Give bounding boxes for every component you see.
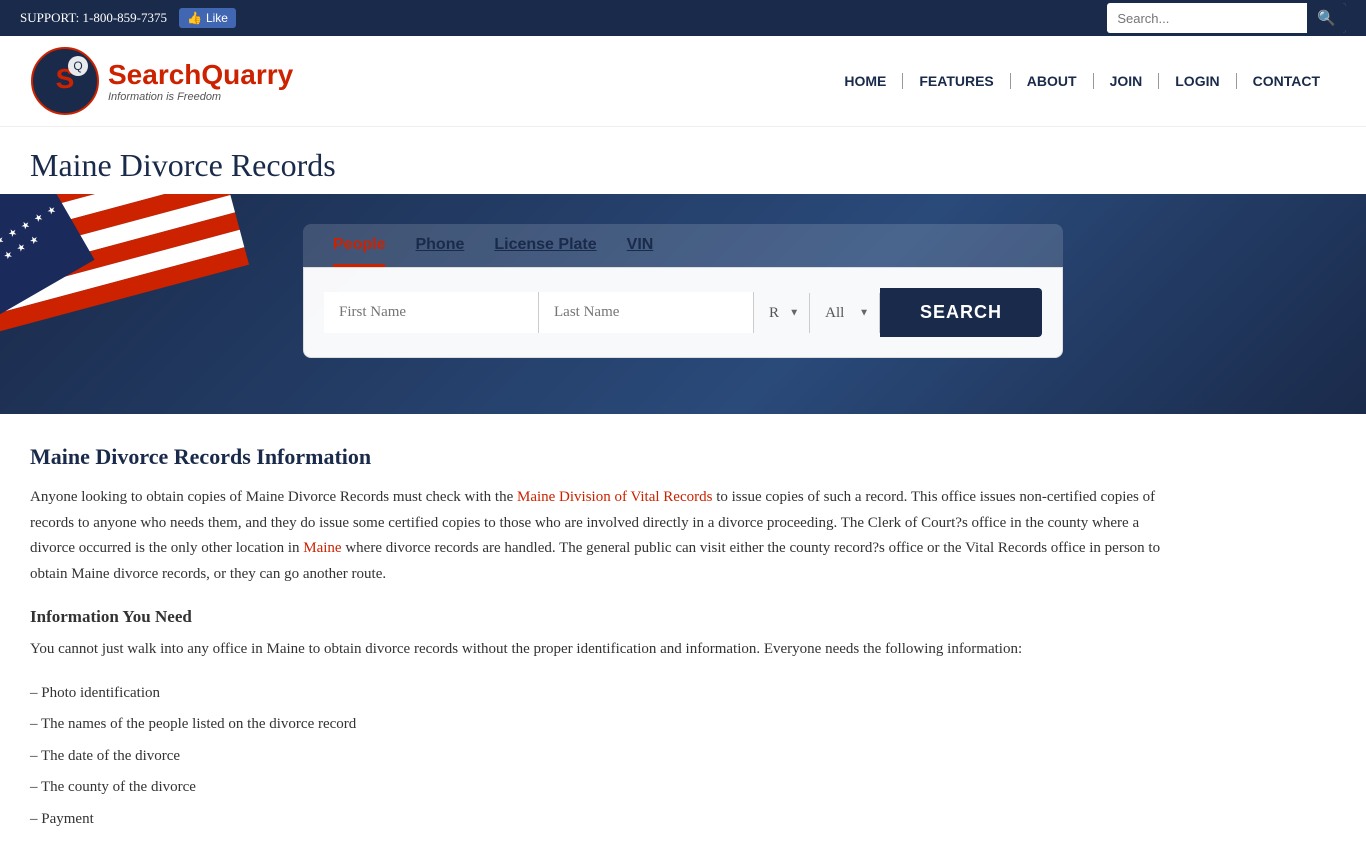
list-item: – The date of the divorce — [30, 741, 1170, 773]
list-item: – The names of the people listed on the … — [30, 709, 1170, 741]
search-tabs: People Phone License Plate VIN — [303, 224, 1063, 267]
star: ★ — [45, 204, 58, 218]
tab-people[interactable]: People — [333, 236, 385, 267]
record-type-select[interactable]: Record TypeCriminal RecordsBackground Ch… — [754, 293, 809, 333]
logo-brand: SearchQuarry — [108, 59, 293, 91]
star: ★ — [15, 241, 28, 255]
page-title-bar: Maine Divorce Records — [0, 127, 1366, 194]
hero-banner: ★ ★ ★ ★ ★ ★ ★ ★ ★ ★ ★ ★ Peop — [0, 194, 1366, 414]
nav-login[interactable]: LOGIN — [1159, 73, 1236, 89]
maine-link[interactable]: Maine — [303, 540, 341, 556]
tab-license-plate[interactable]: License Plate — [494, 236, 596, 267]
logo-tagline: Information is Freedom — [108, 91, 293, 103]
fb-like-button[interactable]: 👍 Like — [179, 8, 236, 28]
svg-text:Q: Q — [73, 59, 82, 73]
list-item: – The county of the divorce — [30, 772, 1170, 804]
search-container: People Phone License Plate VIN Record Ty… — [303, 224, 1063, 358]
info-body: You cannot just walk into any office in … — [30, 637, 1170, 663]
info-heading: Information You Need — [30, 607, 1170, 627]
list-item: – Photo identification — [30, 678, 1170, 710]
top-bar-left: SUPPORT: 1-800-859-7375 👍 Like — [20, 8, 236, 28]
search-icon: 🔍 — [1317, 10, 1336, 27]
star: ★ — [32, 211, 45, 225]
star: ★ — [28, 234, 41, 248]
star: ★ — [2, 249, 15, 263]
star: ★ — [6, 226, 19, 240]
nav-features[interactable]: FEATURES — [903, 73, 1010, 89]
header: S Q SearchQuarry Information is Freedom … — [0, 36, 1366, 127]
vital-records-link[interactable]: Maine Division of Vital Records — [517, 489, 712, 505]
nav-join[interactable]: JOIN — [1094, 73, 1160, 89]
list-item: – Payment — [30, 804, 1170, 836]
flag-decoration: ★ ★ ★ ★ ★ ★ ★ ★ ★ ★ ★ ★ — [0, 194, 320, 414]
fb-thumb-icon: 👍 — [187, 11, 202, 25]
record-type-wrapper: Record TypeCriminal RecordsBackground Ch… — [754, 293, 810, 333]
search-button[interactable]: SEARCH — [880, 288, 1042, 337]
main-nav: HOME FEATURES ABOUT JOIN LOGIN CONTACT — [828, 73, 1336, 89]
state-select[interactable]: All StatesAlabamaAlaskaArizonaArkansasCa… — [810, 293, 879, 333]
top-search-button[interactable]: 🔍 — [1307, 3, 1346, 33]
content-paragraph-1: Anyone looking to obtain copies of Maine… — [30, 485, 1170, 587]
support-label: SUPPORT: 1-800-859-7375 — [20, 10, 167, 26]
requirements-list: – Photo identification– The names of the… — [30, 678, 1170, 836]
nav-about[interactable]: ABOUT — [1011, 73, 1094, 89]
logo-text: SearchQuarry Information is Freedom — [108, 59, 293, 103]
top-search-input[interactable] — [1107, 6, 1307, 31]
nav-home[interactable]: HOME — [828, 73, 903, 89]
star: ★ — [19, 219, 32, 233]
logo-icon: S Q — [30, 46, 100, 116]
page-title: Maine Divorce Records — [30, 147, 1336, 184]
nav-contact[interactable]: CONTACT — [1237, 73, 1336, 89]
tab-vin[interactable]: VIN — [627, 236, 654, 267]
last-name-input[interactable] — [539, 292, 754, 333]
state-select-wrapper: All StatesAlabamaAlaskaArizonaArkansasCa… — [810, 293, 880, 333]
logo: S Q SearchQuarry Information is Freedom — [30, 46, 293, 116]
top-search-box: 🔍 — [1107, 3, 1346, 33]
star: ★ — [0, 256, 2, 270]
content-area: Maine Divorce Records Information Anyone… — [0, 414, 1200, 865]
tab-phone[interactable]: Phone — [415, 236, 464, 267]
top-bar: SUPPORT: 1-800-859-7375 👍 Like 🔍 — [0, 0, 1366, 36]
first-name-input[interactable] — [324, 292, 539, 333]
star: ★ — [0, 234, 7, 248]
section-title: Maine Divorce Records Information — [30, 444, 1170, 470]
search-form: Record TypeCriminal RecordsBackground Ch… — [303, 267, 1063, 358]
flag-stripes: ★ ★ ★ ★ ★ ★ ★ ★ ★ ★ ★ ★ — [0, 194, 294, 414]
